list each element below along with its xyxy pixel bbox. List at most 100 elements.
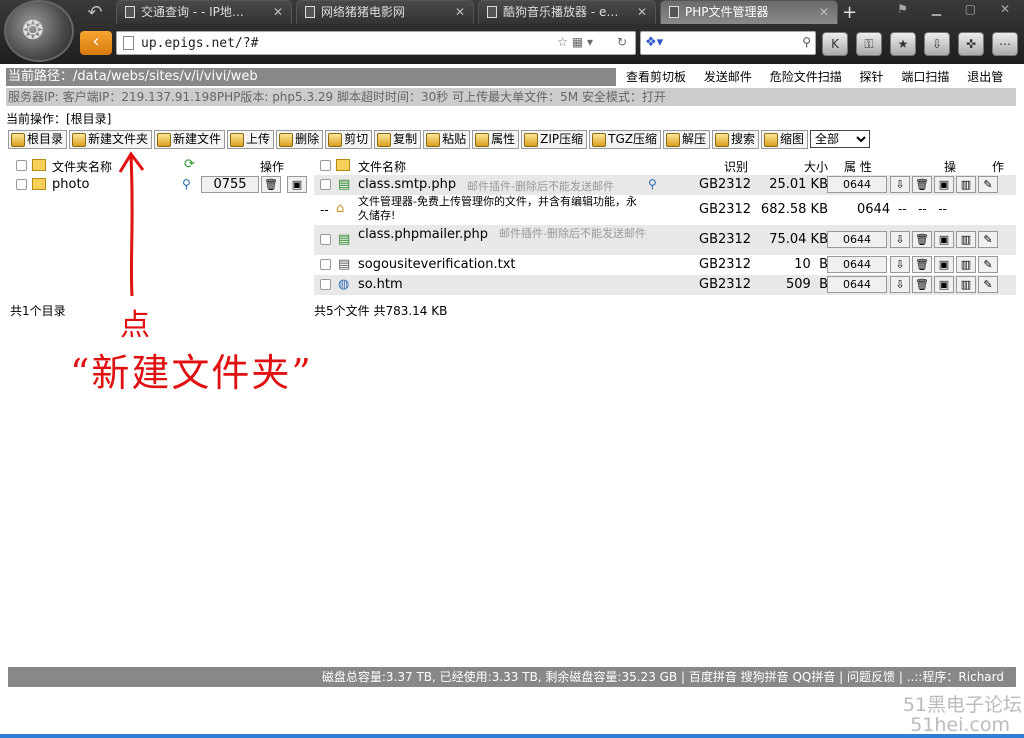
favorites-star-icon[interactable]: ★ (890, 32, 916, 56)
file-permission-button[interactable]: 0644 (827, 176, 887, 193)
gamepad-icon[interactable]: ✜ (958, 32, 984, 56)
view-icon[interactable]: ▥ (956, 231, 976, 248)
edit-icon[interactable]: ✎ (978, 231, 998, 248)
rename-icon[interactable]: ▣ (934, 276, 954, 293)
menu-danger-scan[interactable]: 危险文件扫描 (770, 70, 842, 84)
file-name-link[interactable]: sogousiteverification.txt (358, 257, 516, 272)
refresh-icon[interactable]: ↻ (617, 35, 627, 49)
trash-icon[interactable]: 🗑 (912, 256, 932, 273)
more-icon[interactable]: ⋯ (992, 32, 1018, 56)
file-permission-button[interactable]: 0644 (827, 276, 887, 293)
search-button[interactable]: 搜索 (712, 130, 760, 149)
file-checkbox[interactable] (320, 259, 331, 270)
cut-button[interactable]: 剪切 (325, 130, 373, 149)
file-row[interactable]: ▤ sogousiteverification.txt GB2312 10 B … (314, 255, 1016, 275)
download-icon[interactable]: ⇩ (890, 256, 910, 273)
extract-button[interactable]: 解压 (663, 130, 711, 149)
scissors-icon (328, 132, 343, 147)
copy-button[interactable]: 复制 (374, 130, 422, 149)
url-input[interactable] (141, 34, 561, 52)
trash-icon[interactable]: 🗑 (261, 176, 281, 193)
edit-icon[interactable]: ✎ (978, 176, 998, 193)
tab-4-active[interactable]: PHP文件管理器 ✕ (660, 0, 838, 24)
menu-port-scan[interactable]: 端口扫描 (901, 70, 949, 84)
trash-icon[interactable]: 🗑 (912, 231, 932, 248)
file-checkbox[interactable] (320, 234, 331, 245)
trash-icon[interactable]: 🗑 (912, 276, 932, 293)
download-icon[interactable]: ⇩ (924, 32, 950, 56)
upload-button[interactable]: 上传 (227, 130, 275, 149)
close-tab-icon[interactable]: ✕ (455, 1, 465, 24)
trash-icon[interactable]: 🗑 (912, 176, 932, 193)
download-icon[interactable]: ⇩ (890, 276, 910, 293)
menu-send-mail[interactable]: 发送邮件 (704, 70, 752, 84)
top-menu: 查看剪切板 发送邮件 危险文件扫描 探针 端口扫描 退出管理 (626, 68, 1024, 102)
file-row[interactable]: -- ⌂ 文件管理器-免费上传管理你的文件，并含有编辑功能，永久储存! GB23… (314, 195, 1016, 225)
menu-probe[interactable]: 探针 (860, 70, 884, 84)
view-icon[interactable]: ▥ (956, 256, 976, 273)
file-row[interactable]: ▤ class.smtp.php 邮件插件-删除后不能发送邮件 ⚲ GB2312… (314, 175, 1016, 195)
file-name-link[interactable]: so.htm (358, 277, 403, 292)
download-icon[interactable]: ⇩ (890, 176, 910, 193)
rename-icon[interactable]: ▣ (287, 176, 307, 193)
document-icon (305, 6, 315, 18)
file-name-link[interactable]: class.phpmailer.php (358, 227, 488, 242)
paste-button[interactable]: 粘贴 (423, 130, 471, 149)
file-name-link[interactable]: class.smtp.php (358, 177, 456, 192)
file-permission-button[interactable]: 0644 (827, 256, 887, 273)
close-tab-icon[interactable]: ✕ (819, 1, 829, 24)
dir-checkbox[interactable] (16, 179, 27, 190)
edit-icon[interactable]: ✎ (978, 256, 998, 273)
lock-icon[interactable]: ⚿ (856, 32, 882, 56)
properties-button[interactable]: 属性 (472, 130, 520, 149)
window-controls[interactable]: ⚑ ▁ ▢ ✕ (897, 2, 1020, 16)
close-tab-icon[interactable]: ✕ (637, 1, 647, 24)
file-row[interactable]: ▤ class.phpmailer.php 邮件插件-删除后不能发送邮件 GB2… (314, 225, 1016, 255)
undo-close-tab-icon[interactable]: ↶ (82, 2, 108, 23)
search-engine-icon[interactable]: ❖▾ (645, 35, 663, 50)
refresh-icon[interactable]: ⟳ (184, 157, 195, 172)
rename-icon[interactable]: ▣ (934, 256, 954, 273)
tab-1[interactable]: 交通查询 - - IP地… ✕ (116, 0, 292, 24)
root-dir-button[interactable]: 根目录 (8, 130, 68, 149)
search-box[interactable]: ❖▾ ⚲ (640, 31, 816, 55)
delete-button[interactable]: 删除 (276, 130, 324, 149)
file-name-link[interactable]: 文件管理器-免费上传管理你的文件，并含有编辑功能，永久储存! (358, 195, 638, 223)
edit-icon[interactable]: ✎ (978, 276, 998, 293)
select-all-dirs-checkbox[interactable] (16, 160, 27, 171)
zip-button[interactable]: ZIP压缩 (521, 130, 588, 149)
tab-3[interactable]: 酷狗音乐播放器 - e… ✕ (478, 0, 656, 24)
dir-row[interactable]: photo ⚲ 0755 🗑 ▣ (8, 175, 312, 195)
k-button[interactable]: K (822, 32, 848, 56)
parent-folder-icon[interactable] (336, 159, 350, 171)
file-checkbox[interactable] (320, 279, 331, 290)
file-checkbox[interactable] (320, 179, 331, 190)
new-folder-button[interactable]: 新建文件夹 (69, 130, 153, 149)
back-button[interactable]: ‹ (80, 31, 112, 55)
tab-2[interactable]: 网络猪猪电影网 ✕ (296, 0, 474, 24)
dir-name-link[interactable]: photo (52, 177, 90, 192)
rename-icon[interactable]: ▣ (934, 231, 954, 248)
file-filter-select[interactable]: 全部 (810, 130, 871, 148)
tgz-button[interactable]: TGZ压缩 (589, 130, 661, 149)
download-icon[interactable]: ⇩ (890, 231, 910, 248)
select-all-files-checkbox[interactable] (320, 160, 331, 171)
new-file-button[interactable]: 新建文件 (154, 130, 226, 149)
rename-icon[interactable]: ▣ (934, 176, 954, 193)
magnifier-icon[interactable]: ⚲ (648, 177, 657, 191)
dir-permission-button[interactable]: 0755 (201, 176, 259, 193)
new-tab-icon[interactable]: + (842, 2, 857, 23)
browser-logo[interactable]: ❂ (4, 0, 74, 62)
thumbnail-button[interactable]: 缩图 (761, 130, 809, 149)
menu-view-clipboard[interactable]: 查看剪切板 (626, 70, 686, 84)
magnifier-icon[interactable]: ⚲ (182, 177, 191, 191)
bookmark-star-icon[interactable]: ☆ ▦ ▾ (557, 35, 593, 49)
view-icon[interactable]: ▥ (956, 276, 976, 293)
address-bar[interactable]: ☆ ▦ ▾ ↻ (116, 31, 636, 55)
close-tab-icon[interactable]: ✕ (273, 1, 283, 24)
search-icon[interactable]: ⚲ (802, 35, 811, 49)
file-row[interactable]: ◍ so.htm GB2312 509 B 0644 ⇩ 🗑 ▣ ▥ ✎ (314, 275, 1016, 295)
file-permission-button[interactable]: 0644 (827, 231, 887, 248)
view-icon[interactable]: ▥ (956, 176, 976, 193)
parent-folder-icon[interactable] (32, 159, 46, 171)
